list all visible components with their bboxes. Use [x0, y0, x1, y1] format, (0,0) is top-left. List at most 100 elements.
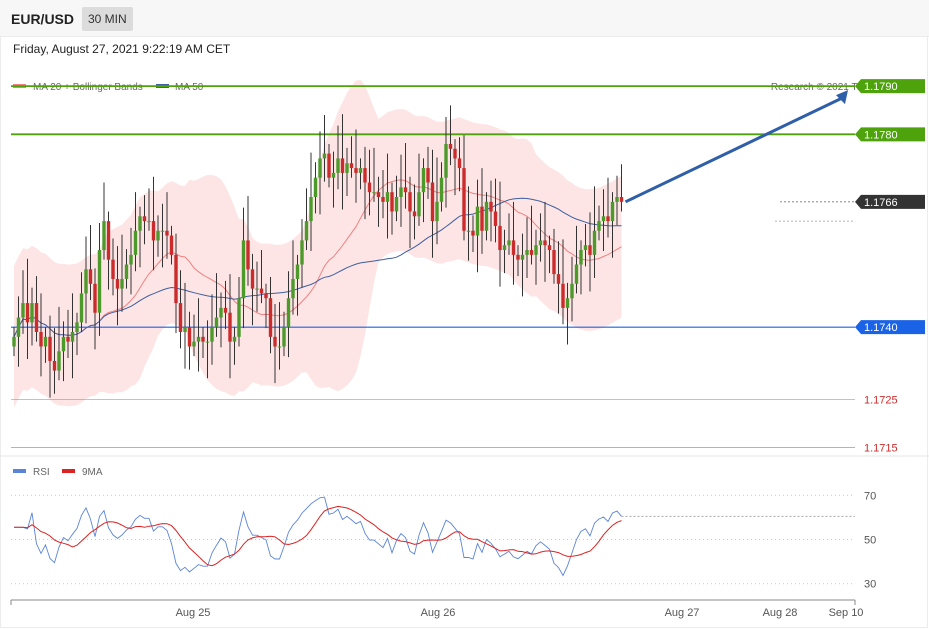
- candle-body: [453, 148, 457, 159]
- forecast-arrow: [624, 90, 848, 204]
- candle-body: [300, 240, 304, 265]
- candle-body: [516, 254, 520, 260]
- candle-body: [529, 250, 534, 255]
- candle-body: [79, 293, 84, 323]
- rsi-ma-legend-label: 9MA: [82, 467, 103, 478]
- candle-body: [39, 332, 43, 347]
- candle-body: [196, 336, 201, 342]
- candle-body: [219, 307, 223, 318]
- level-label-1-1715: 1.1715: [864, 443, 898, 455]
- candle-body: [84, 269, 88, 294]
- candle-body: [588, 245, 592, 255]
- candle-body: [318, 158, 322, 178]
- candle-body: [403, 187, 408, 193]
- candle-body: [304, 221, 309, 241]
- candle-body: [52, 360, 57, 371]
- candle-body: [565, 298, 570, 308]
- candle-body: [241, 240, 246, 299]
- candle-body: [489, 201, 493, 212]
- candle-body: [57, 351, 61, 371]
- candle-body: [255, 288, 259, 290]
- candle-body: [165, 230, 169, 236]
- candle-body: [124, 264, 129, 279]
- candle-body: [102, 221, 106, 251]
- candle-body: [174, 254, 178, 304]
- candle-body: [597, 221, 601, 231]
- level-label-1-1780: 1.1780: [864, 129, 898, 141]
- candle-body: [385, 192, 390, 202]
- candle-body: [570, 283, 574, 299]
- candle-body: [439, 177, 444, 202]
- candle-body: [205, 341, 210, 343]
- candle-body: [228, 312, 232, 342]
- candle-body: [313, 177, 318, 197]
- candle-body: [507, 240, 511, 246]
- candle-body: [277, 346, 282, 348]
- forecast-arrow-shaft: [624, 95, 845, 204]
- candle-body: [93, 283, 97, 313]
- candle-body: [246, 240, 250, 270]
- candle-body: [358, 168, 363, 173]
- candle-body: [547, 245, 552, 251]
- candle-body: [327, 153, 331, 178]
- candle-body: [331, 172, 336, 178]
- candle-body: [583, 245, 588, 251]
- candle-body: [115, 278, 120, 289]
- level-label-1-1740: 1.1740: [864, 322, 898, 334]
- candle-body: [493, 211, 498, 226]
- candle-body: [349, 163, 354, 169]
- candle-body: [66, 336, 70, 342]
- candle-body: [502, 245, 507, 251]
- candle-body: [538, 240, 543, 246]
- candle-body: [448, 143, 453, 149]
- candle-body: [282, 327, 286, 347]
- candle-body: [498, 225, 502, 251]
- rsi-legend-swatch: [13, 469, 26, 473]
- candle-body: [21, 303, 25, 318]
- ma20-legend-label: MA 20 + Bollinger Bands: [33, 82, 143, 93]
- candle-body: [579, 250, 583, 265]
- candle-body: [34, 303, 39, 332]
- candle-body: [435, 201, 439, 222]
- candle-body: [574, 264, 579, 284]
- candle-body: [223, 307, 228, 313]
- candle-body: [291, 278, 295, 299]
- level-labels: 1.1790 1.1780 1.1766 1.1740 1.1725 1.1715: [855, 79, 925, 455]
- candle-body: [151, 221, 156, 241]
- candle-body: [462, 168, 466, 231]
- candle-body: [466, 230, 471, 232]
- candle-body: [610, 201, 615, 222]
- candle-body: [471, 230, 475, 236]
- candle-body: [601, 216, 606, 222]
- candle-body: [264, 293, 268, 299]
- price-legend: MA 20 + Bollinger Bands MA 50 Research ©…: [13, 82, 920, 93]
- candle-body: [237, 298, 241, 337]
- x-tick-label: Aug 25: [176, 607, 211, 619]
- candle-body: [367, 182, 372, 193]
- chart-widget: EUR/USD 30 MIN Friday, August 27, 2021 9…: [0, 0, 929, 629]
- candle-body: [183, 327, 187, 332]
- candle-body: [43, 336, 48, 347]
- candle-body: [390, 192, 394, 212]
- candle-body: [417, 192, 421, 217]
- x-tick-label: Aug 27: [665, 607, 700, 619]
- candle-body: [345, 163, 349, 173]
- candle-body: [322, 153, 327, 159]
- rsi-line: [14, 496, 622, 577]
- candle-body: [120, 278, 124, 289]
- candle-body: [408, 192, 412, 212]
- candle-body: [309, 197, 313, 222]
- candle-body: [61, 336, 66, 352]
- candle-body: [426, 168, 430, 183]
- candle-body: [129, 254, 133, 265]
- candle-body: [138, 216, 142, 231]
- candle-body: [399, 187, 403, 197]
- rsi-tick-70: 70: [864, 490, 876, 502]
- candle-body: [156, 230, 160, 241]
- candle-body: [214, 317, 219, 328]
- candle-body: [421, 168, 426, 193]
- candle-body: [187, 327, 192, 347]
- candle-body: [394, 197, 399, 212]
- x-axis: Aug 25 Aug 26 Aug 27 Aug 28 Sep 10: [10, 599, 863, 619]
- rsi-tick-30: 30: [864, 579, 876, 591]
